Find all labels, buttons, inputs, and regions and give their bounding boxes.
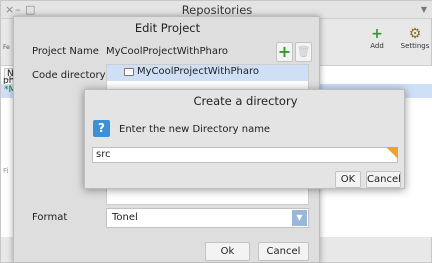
- plus-icon: +: [277, 42, 292, 61]
- format-value: Tonel: [112, 212, 138, 223]
- settings-button-label: Settings: [400, 42, 430, 50]
- project-name-value[interactable]: MyCoolProjectWithPharo: [106, 46, 228, 57]
- dialog-title: Create a directory: [193, 94, 298, 108]
- window-title: Repositories: [181, 3, 253, 17]
- question-icon: ?: [93, 120, 110, 137]
- tree-item-selected[interactable]: MyCoolProjectWithPharo: [107, 65, 308, 81]
- project-name-label: Project Name: [32, 46, 99, 57]
- cancel-button[interactable]: Cancel: [366, 171, 401, 188]
- resize-corner-icon: [386, 147, 398, 159]
- create-directory-dialog: Create a directory ? Enter the new Direc…: [84, 89, 405, 189]
- directory-name-input[interactable]: src: [92, 147, 398, 163]
- code-directory-label: Code directory: [32, 70, 106, 81]
- add-project-button[interactable]: +: [276, 42, 293, 62]
- directory-name-value: src: [96, 149, 111, 160]
- add-button[interactable]: + Add: [359, 27, 395, 50]
- filter-footer-text: Fi: [3, 167, 9, 175]
- dialog-title: Edit Project: [134, 21, 201, 35]
- trash-icon: 🗑: [296, 45, 311, 58]
- settings-icon: ⚙: [408, 26, 422, 42]
- delete-project-button[interactable]: 🗑: [295, 42, 312, 62]
- format-label: Format: [32, 212, 68, 223]
- cancel-button[interactable]: Cancel: [258, 242, 309, 261]
- plus-icon: +: [371, 26, 383, 42]
- window-menu-icon[interactable]: ▼: [421, 5, 427, 14]
- prompt-text: Enter the new Directory name: [119, 124, 271, 135]
- ok-button[interactable]: OK: [335, 171, 361, 188]
- add-button-label: Add: [370, 42, 384, 50]
- tree-item-label: MyCoolProjectWithPharo: [137, 66, 259, 77]
- filter-header-text: Fe: [3, 44, 10, 51]
- folder-icon: [124, 68, 134, 76]
- chevron-down-icon[interactable]: ▼: [292, 210, 307, 226]
- settings-button[interactable]: ⚙ Settings: [397, 27, 432, 50]
- format-dropdown[interactable]: Tonel ▼: [106, 208, 309, 228]
- ok-button[interactable]: Ok: [205, 242, 250, 261]
